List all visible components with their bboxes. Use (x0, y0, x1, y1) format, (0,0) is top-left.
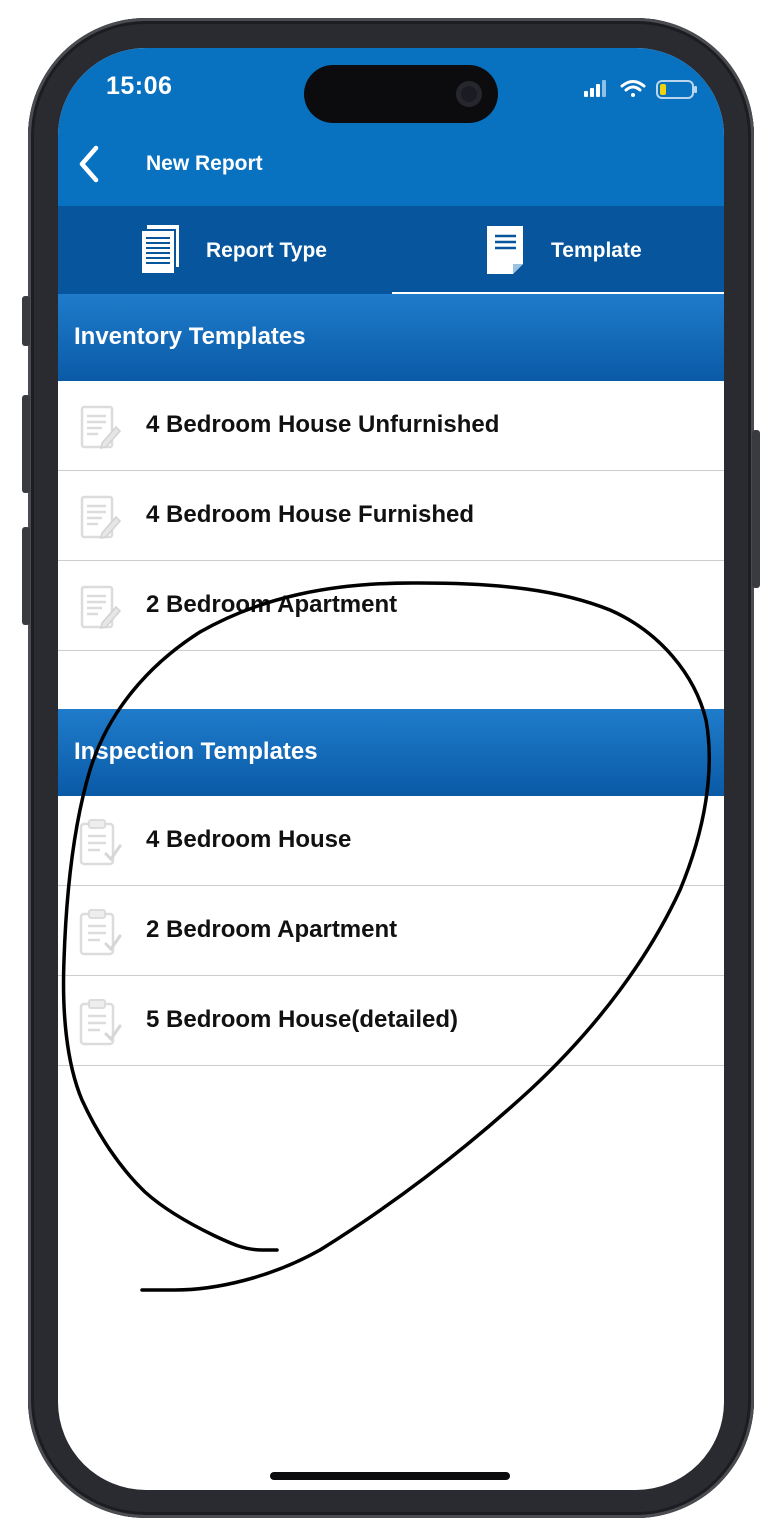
list-item-label: 5 Bedroom House(detailed) (146, 1006, 459, 1033)
section-title: Inventory Templates (74, 323, 306, 350)
list-item[interactable]: 4 Bedroom House Unfurnished (58, 381, 724, 471)
clipboard-check-icon (79, 999, 122, 1046)
list-item[interactable]: 2 Bedroom Apartment (58, 561, 724, 651)
volume-down-button (22, 527, 30, 625)
phone-screen: 15:06 New Report Report Type Template In… (58, 48, 724, 1490)
wifi-icon (620, 80, 646, 97)
section-title: Inspection Templates (74, 738, 318, 765)
section-header-inspection: Inspection Templates (58, 709, 724, 796)
document-icon (487, 226, 523, 274)
list-item[interactable]: 4 Bedroom House Furnished (58, 471, 724, 561)
clipboard-check-icon (79, 819, 122, 866)
home-indicator (270, 1472, 510, 1480)
documents-icon (140, 223, 181, 275)
list-item-label: 4 Bedroom House Unfurnished (146, 411, 500, 438)
list-item-label: 2 Bedroom Apartment (146, 591, 398, 618)
volume-up-button (22, 395, 30, 493)
list-item[interactable]: 2 Bedroom Apartment (58, 886, 724, 976)
page-title: New Report (146, 152, 263, 175)
clipboard-check-icon (79, 909, 122, 956)
tab-label: Report Type (206, 239, 327, 262)
status-icons (584, 80, 697, 99)
power-button (752, 430, 760, 588)
tab-label: Template (551, 239, 642, 262)
list-item[interactable]: 5 Bedroom House(detailed) (58, 976, 724, 1066)
pencil-document-icon (80, 405, 122, 449)
status-time: 15:06 (106, 72, 173, 100)
tab-template[interactable]: Template (391, 206, 724, 294)
battery-icon (656, 80, 697, 99)
pencil-document-icon (80, 585, 122, 629)
signal-icon (584, 80, 606, 97)
section-header-inventory: Inventory Templates (58, 294, 724, 381)
list-item-label: 4 Bedroom House Furnished (146, 501, 475, 528)
list-item[interactable]: 4 Bedroom House (58, 796, 724, 886)
list-item-label: 2 Bedroom Apartment (146, 916, 398, 943)
tab-report-type[interactable]: Report Type (58, 206, 391, 294)
action-button (22, 296, 30, 346)
list-item-label: 4 Bedroom House (146, 826, 352, 853)
camera-icon (456, 81, 482, 107)
pencil-document-icon (80, 495, 122, 539)
tab-bar: Report Type Template (58, 206, 724, 294)
chevron-left-icon[interactable] (72, 144, 106, 184)
app-header: 15:06 New Report (58, 48, 724, 206)
